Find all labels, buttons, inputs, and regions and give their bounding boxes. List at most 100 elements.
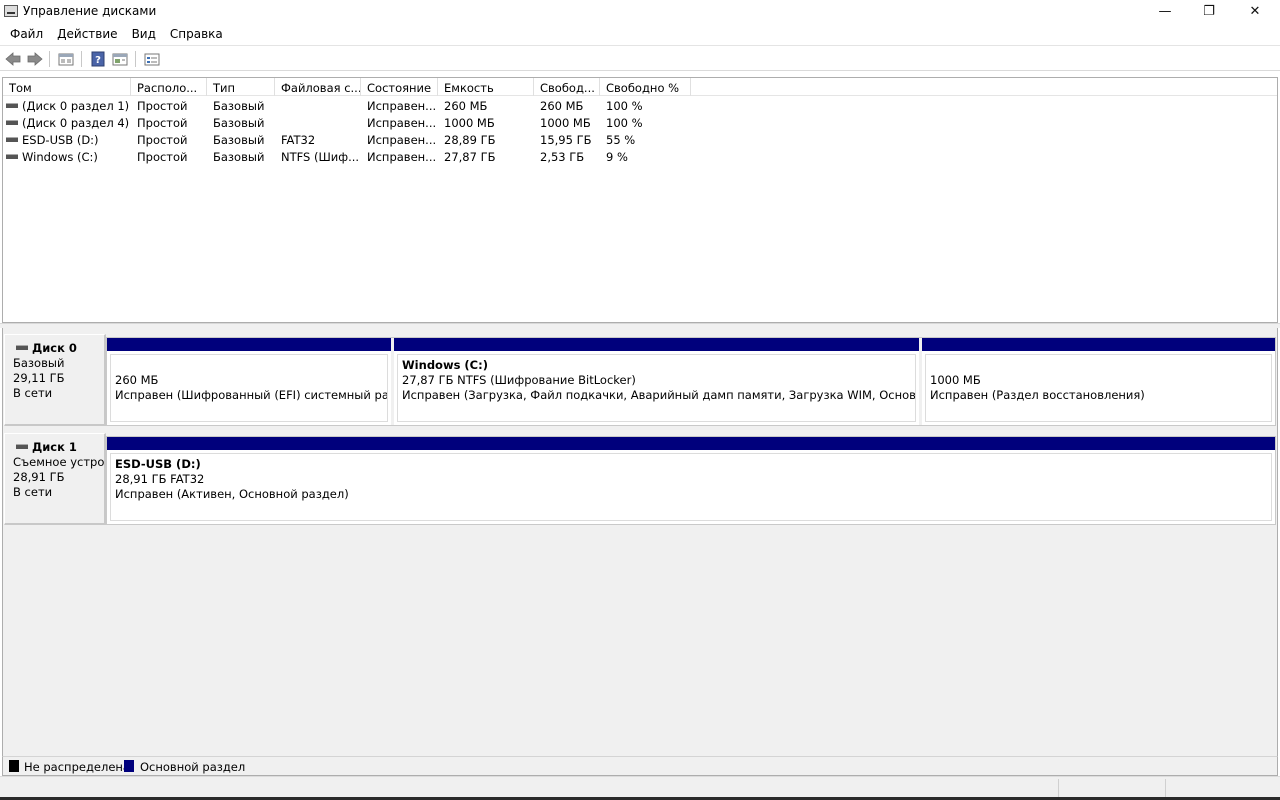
toolbar: ? <box>0 45 1280 71</box>
table-cell: 9 % <box>606 150 628 164</box>
table-cell: 55 % <box>606 133 636 147</box>
partition-info: Windows (C:) 27,87 ГБ NTFS (Шифрование B… <box>397 354 916 422</box>
primary-partition-swatch <box>124 760 134 772</box>
column-header-status[interactable]: Состояние <box>361 78 438 96</box>
table-cell: 100 % <box>606 99 643 113</box>
disk-0-name: Диск 0 <box>13 341 104 356</box>
disk-0-label[interactable]: Диск 0 Базовый 29,11 ГБ В сети <box>4 334 106 426</box>
primary-partition-bar <box>107 437 1275 450</box>
table-cell: 28,89 ГБ <box>444 133 496 147</box>
volume-list-header: Том Располо... Тип Файловая с... Состоян… <box>3 78 1277 96</box>
back-icon[interactable] <box>4 50 22 68</box>
menu-file[interactable]: Файл <box>3 23 50 45</box>
disk-1-name: Диск 1 <box>13 440 104 455</box>
primary-partition-bar <box>394 338 919 351</box>
table-cell: Базовый <box>213 150 265 164</box>
partition-info: 1000 МБ Исправен (Раздел восстановления) <box>925 354 1272 422</box>
close-button[interactable]: ✕ <box>1232 0 1278 23</box>
table-row[interactable]: (Диск 0 раздел 4) Простой Базовый Исправ… <box>3 114 1277 131</box>
partition-windows-c[interactable]: Windows (C:) 27,87 ГБ NTFS (Шифрование B… <box>394 338 919 425</box>
volume-name-cell: ESD-USB (D:) <box>6 133 132 147</box>
table-cell: Исправен... <box>367 150 437 164</box>
disk-1-type: Съемное устройство <box>13 455 105 469</box>
toolbar-separator <box>81 51 82 67</box>
table-cell: Простой <box>137 150 188 164</box>
table-row[interactable]: Windows (C:) Простой Базовый NTFS (Шиф..… <box>3 148 1277 165</box>
primary-partition-bar <box>107 338 391 351</box>
table-cell: 2,53 ГБ <box>540 150 585 164</box>
toolbar-separator <box>135 51 136 67</box>
table-cell: Базовый <box>213 99 265 113</box>
table-row[interactable]: (Диск 0 раздел 1) Простой Базовый Исправ… <box>3 97 1277 114</box>
disk-management-app-icon <box>4 5 18 17</box>
column-header-percent-free[interactable]: Свободно % <box>600 78 691 96</box>
column-header-free-space[interactable]: Свобод... <box>534 78 600 96</box>
refresh-icon[interactable] <box>111 50 129 68</box>
partition-efi[interactable]: 260 МБ Исправен (Шифрованный (EFI) систе… <box>107 338 391 425</box>
volume-name-cell: (Диск 0 раздел 4) <box>6 116 132 130</box>
menu-bar: Файл Действие Вид Справка <box>0 23 1280 45</box>
disk-1-status: В сети <box>13 485 53 499</box>
table-cell: 1000 МБ <box>540 116 591 130</box>
status-bar-segment <box>1165 779 1166 797</box>
forward-icon[interactable] <box>26 50 44 68</box>
column-header-layout[interactable]: Располо... <box>131 78 207 96</box>
table-cell: NTFS (Шиф... <box>281 150 359 164</box>
column-header-capacity[interactable]: Емкость <box>438 78 534 96</box>
disk-1-label[interactable]: Диск 1 Съемное устройство 28,91 ГБ В сет… <box>4 433 106 525</box>
volume-icon <box>6 103 18 108</box>
disk-0-partitions: 260 МБ Исправен (Шифрованный (EFI) систе… <box>106 337 1276 426</box>
table-cell: Базовый <box>213 116 265 130</box>
menu-view[interactable]: Вид <box>125 23 163 45</box>
table-cell: Простой <box>137 133 188 147</box>
title-bar: Управление дисками — ❐ ✕ <box>0 0 1280 23</box>
partition-recovery[interactable]: 1000 МБ Исправен (Раздел восстановления) <box>922 338 1275 425</box>
disk-0-type: Базовый <box>13 356 65 370</box>
legend-primary-label: Основной раздел <box>140 760 246 774</box>
minimize-button[interactable]: — <box>1142 0 1188 23</box>
volume-icon <box>6 120 18 125</box>
column-header-filesystem[interactable]: Файловая с... <box>275 78 361 96</box>
restore-button[interactable]: ❐ <box>1186 0 1232 23</box>
partition-esd-usb-d[interactable]: ESD-USB (D:) 28,91 ГБ FAT32 Исправен (Ак… <box>107 437 1275 524</box>
volume-list: Том Располо... Тип Файловая с... Состоян… <box>2 77 1278 323</box>
disk-0-status: В сети <box>13 386 53 400</box>
table-row[interactable]: ESD-USB (D:) Простой Базовый FAT32 Испра… <box>3 131 1277 148</box>
table-cell: Простой <box>137 99 188 113</box>
disk-1-partitions: ESD-USB (D:) 28,91 ГБ FAT32 Исправен (Ак… <box>106 436 1276 525</box>
table-cell: Базовый <box>213 133 265 147</box>
volume-icon <box>6 137 18 142</box>
disk-graphical-view: Диск 0 Базовый 29,11 ГБ В сети 260 МБ Ис… <box>2 328 1278 756</box>
table-cell: FAT32 <box>281 133 316 147</box>
unallocated-swatch <box>9 760 19 772</box>
legend: Не распределена Основной раздел <box>2 756 1278 776</box>
table-cell: 15,95 ГБ <box>540 133 592 147</box>
disk-icon <box>16 345 28 350</box>
volume-name-cell: Windows (C:) <box>6 150 132 164</box>
table-cell: 27,87 ГБ <box>444 150 496 164</box>
legend-unallocated-label: Не распределена <box>24 760 130 774</box>
toolbar-separator <box>49 51 50 67</box>
disk-icon <box>16 444 28 449</box>
column-header-volume[interactable]: Том <box>3 78 131 96</box>
partition-info: ESD-USB (D:) 28,91 ГБ FAT32 Исправен (Ак… <box>110 453 1272 521</box>
menu-help[interactable]: Справка <box>163 23 230 45</box>
properties-icon[interactable] <box>57 50 75 68</box>
status-bar-segment <box>1058 779 1059 797</box>
table-cell: Исправен... <box>367 116 437 130</box>
help-icon[interactable]: ? <box>89 50 107 68</box>
table-cell: 1000 МБ <box>444 116 495 130</box>
table-cell: Исправен... <box>367 133 437 147</box>
menu-action[interactable]: Действие <box>50 23 124 45</box>
column-header-type[interactable]: Тип <box>207 78 275 96</box>
table-cell: Простой <box>137 116 188 130</box>
volume-icon <box>6 154 18 159</box>
partition-info: 260 МБ Исправен (Шифрованный (EFI) систе… <box>110 354 388 422</box>
window-title: Управление дисками <box>23 4 157 18</box>
table-cell: 260 МБ <box>444 99 488 113</box>
settings-icon[interactable] <box>143 50 161 68</box>
table-cell: Исправен... <box>367 99 437 113</box>
volume-name-cell: (Диск 0 раздел 1) <box>6 99 132 113</box>
svg-text:?: ? <box>95 55 101 66</box>
disk-0-size: 29,11 ГБ <box>13 371 65 385</box>
